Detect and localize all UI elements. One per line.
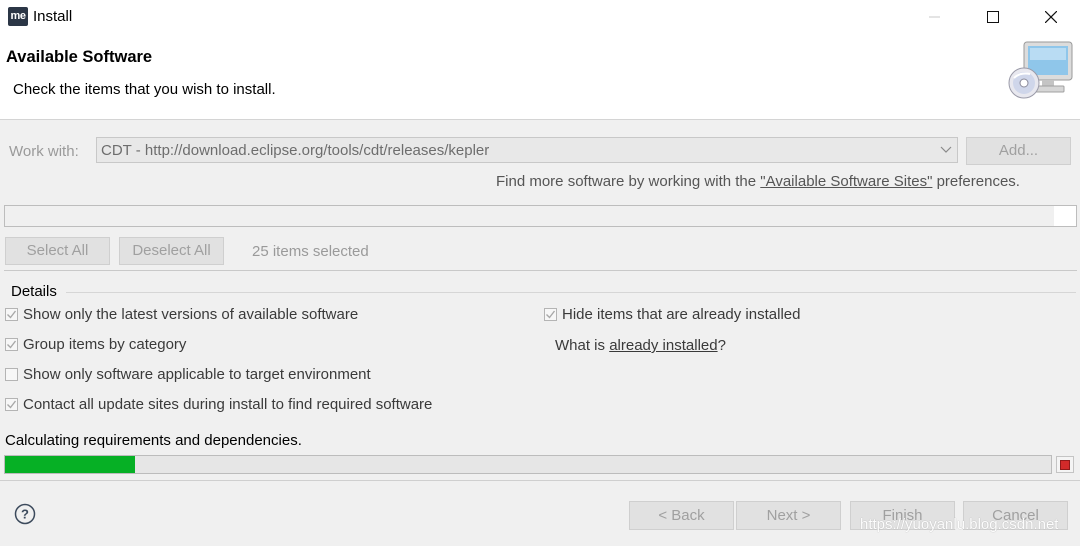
work-with-value: CDT - http://download.eclipse.org/tools/… <box>101 142 490 159</box>
selection-count: 25 items selected <box>252 243 369 260</box>
svg-text:?: ? <box>21 507 29 522</box>
select-all-button[interactable]: Select All <box>5 237 110 265</box>
check-icon <box>7 310 17 319</box>
option-label: Show only software applicable to target … <box>23 366 371 383</box>
maximize-icon <box>987 11 999 23</box>
page-title: Available Software <box>6 48 153 66</box>
checkbox[interactable] <box>544 308 557 321</box>
option-label: Hide items that are already installed <box>562 306 801 323</box>
close-icon <box>1045 11 1057 23</box>
what-is-prefix: What is <box>555 337 610 354</box>
checkbox[interactable] <box>5 308 18 321</box>
title-bar: me Install <box>0 0 1080 34</box>
back-button[interactable]: < Back <box>629 501 734 530</box>
watermark: https://yuoyanlu.blog.csdn.net <box>860 516 1059 533</box>
minimize-icon <box>929 16 940 18</box>
next-button[interactable]: Next > <box>736 501 841 530</box>
option-label: Contact all update sites during install … <box>23 396 433 413</box>
stop-button[interactable] <box>1056 456 1074 473</box>
find-more-text: Find more software by working with the "… <box>496 173 1020 190</box>
already-installed-link[interactable]: already installed <box>609 337 717 354</box>
page-description: Check the items that you wish to install… <box>13 81 276 98</box>
maximize-button[interactable] <box>964 0 1022 34</box>
details-group-label: Details <box>11 283 57 300</box>
footer-separator <box>0 480 1080 481</box>
progress-status-text: Calculating requirements and dependencie… <box>5 432 302 449</box>
option-contact-update-sites[interactable]: Contact all update sites during install … <box>5 396 432 413</box>
details-group-rule <box>66 292 1076 293</box>
stop-icon <box>1060 459 1070 470</box>
option-target-environment[interactable]: Show only software applicable to target … <box>5 366 371 383</box>
wizard-header: Available Software Check the items that … <box>0 34 1080 120</box>
deselect-all-button[interactable]: Deselect All <box>119 237 224 265</box>
help-icon[interactable]: ? <box>14 503 36 525</box>
install-software-icon <box>1008 41 1073 99</box>
separator <box>4 270 1077 271</box>
option-label: Group items by category <box>23 336 187 353</box>
filter-clear-area[interactable] <box>1054 206 1076 226</box>
filter-field[interactable] <box>4 205 1077 227</box>
work-with-combo[interactable]: CDT - http://download.eclipse.org/tools/… <box>96 137 958 163</box>
check-icon <box>7 340 17 349</box>
app-icon: me <box>8 7 28 26</box>
checkbox[interactable] <box>5 398 18 411</box>
add-button[interactable]: Add... <box>966 137 1071 165</box>
chevron-down-icon[interactable] <box>936 139 956 161</box>
progress-fill <box>5 456 135 473</box>
work-with-label: Work with: <box>9 143 79 160</box>
close-button[interactable] <box>1022 0 1080 34</box>
option-group-by-category[interactable]: Group items by category <box>5 336 186 353</box>
available-software-sites-link[interactable]: "Available Software Sites" <box>760 173 932 190</box>
checkbox[interactable] <box>5 368 18 381</box>
option-latest-versions[interactable]: Show only the latest versions of availab… <box>5 306 358 323</box>
what-is-suffix: ? <box>717 337 726 354</box>
option-hide-installed[interactable]: Hide items that are already installed <box>544 306 800 323</box>
checkbox[interactable] <box>5 338 18 351</box>
check-icon <box>7 400 17 409</box>
find-more-suffix: preferences. <box>932 173 1020 190</box>
minimize-button[interactable] <box>906 0 964 34</box>
check-icon <box>546 310 556 319</box>
window-title: Install <box>33 8 73 25</box>
find-more-prefix: Find more software by working with the <box>496 173 761 190</box>
what-is-installed: What is already installed? <box>555 337 726 354</box>
progress-bar <box>4 455 1052 474</box>
option-label: Show only the latest versions of availab… <box>23 306 359 323</box>
